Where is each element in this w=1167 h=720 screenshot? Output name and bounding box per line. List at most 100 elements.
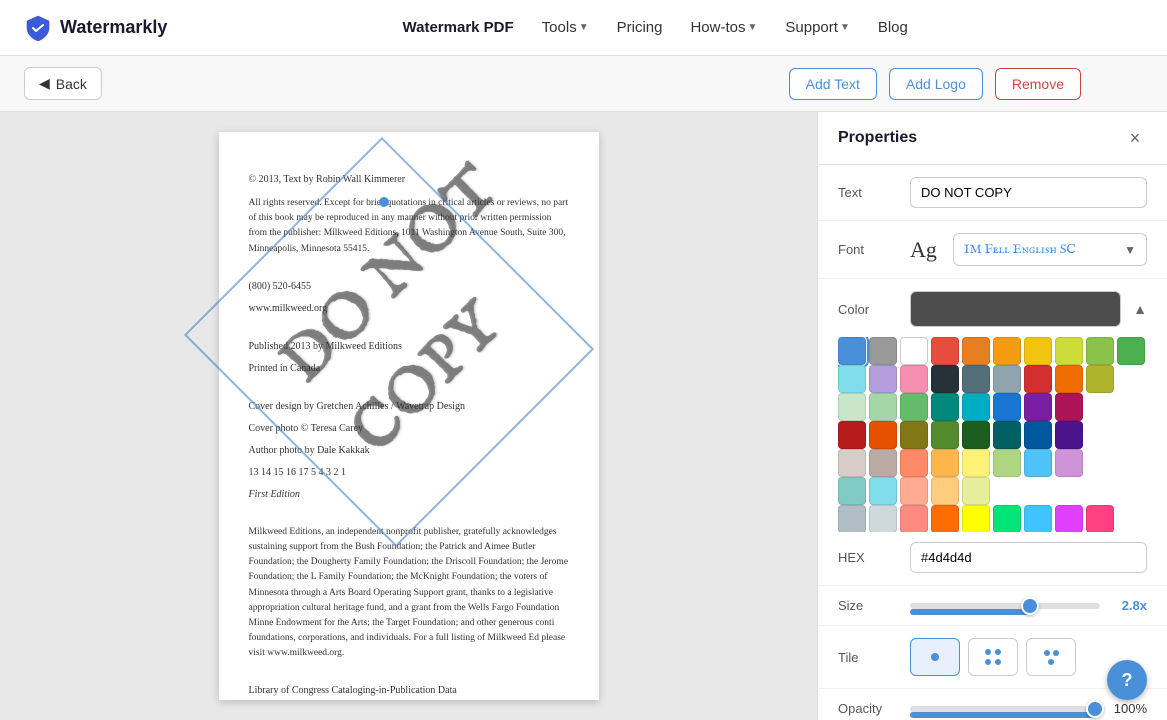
hex-label: HEX [838,550,898,565]
color-swatch-salmon[interactable] [900,449,928,477]
color-swatch-peach[interactable] [931,449,959,477]
logo-text: Watermarkly [60,17,167,38]
color-swatch-darkocean[interactable] [993,421,1021,449]
nav-howtos[interactable]: How-tos ▼ [678,13,769,42]
color-row: Color ▲ [838,291,1147,327]
color-swatch-darkforest[interactable] [931,421,959,449]
color-swatch-violet[interactable] [1055,505,1083,532]
color-swatch-bluegray[interactable] [993,365,1021,393]
nav-blog[interactable]: Blog [866,13,920,42]
tile-single[interactable] [910,638,960,676]
color-swatch-darkpurple[interactable] [1024,393,1052,421]
color-swatch-warmgray[interactable] [838,449,866,477]
add-logo-button[interactable]: Add Logo [889,68,983,100]
color-swatch-darkcyan[interactable] [962,393,990,421]
nav-watermark-pdf[interactable]: Watermark PDF [391,13,526,42]
color-swatch-deeporange[interactable] [869,421,897,449]
color-swatch-lightred[interactable] [900,505,928,532]
remove-button[interactable]: Remove [995,68,1081,100]
hex-row: HEX [838,542,1147,573]
color-swatch-mint[interactable] [838,393,866,421]
color-swatch-apricot[interactable] [900,477,928,505]
tile-stagger-dot-1 [1044,650,1050,656]
nav-support[interactable]: Support ▼ [773,13,861,42]
size-slider[interactable] [910,603,1100,609]
pdf-line-copyright: © 2013, Text by Robin Wall Kimmerer [249,172,569,188]
color-swatch-darkolive[interactable] [900,421,928,449]
color-swatch-red[interactable] [931,337,959,365]
size-slider-thumb[interactable] [1021,597,1039,615]
color-swatch-brightyellow[interactable] [962,505,990,532]
nav-tools[interactable]: Tools ▼ [530,13,601,42]
color-swatch-olive[interactable] [1086,365,1114,393]
shield-icon [24,14,52,42]
tile-grid-2x2[interactable] [968,638,1018,676]
color-swatch-chartreuse[interactable] [962,477,990,505]
nav-pricing[interactable]: Pricing [605,13,675,42]
color-swatch-pink-light[interactable] [900,365,928,393]
size-slider-track [910,603,1100,609]
color-swatch-darkred[interactable] [1024,365,1052,393]
color-chevron-icon[interactable]: ▲ [1133,301,1147,317]
color-swatch-gray[interactable] [869,337,897,365]
color-swatch-medblue[interactable] [993,393,1021,421]
color-swatch-lightcyan[interactable] [838,365,866,393]
font-selector[interactable]: IM Fell English SC ▼ [953,233,1147,266]
color-swatch-white[interactable] [900,337,928,365]
color-swatch-skyblue[interactable] [1024,505,1052,532]
color-swatch-lavender[interactable] [1055,449,1083,477]
font-row: Font Ag IM Fell English SC ▼ [818,221,1167,279]
text-label: Text [838,185,898,200]
color-swatch-green[interactable] [1117,337,1145,365]
color-swatch-navy[interactable] [1024,421,1052,449]
color-swatch-darkpink[interactable] [1055,393,1083,421]
color-swatch-large[interactable] [910,291,1121,327]
color-swatch-lightyellow[interactable] [962,449,990,477]
color-swatch-lightslate[interactable] [869,505,897,532]
pdf-viewer[interactable]: DO NOTCOPY © 2013, Text by Robin Wall Ki… [0,112,817,720]
color-swatch-coolgray[interactable] [838,505,866,532]
size-row: Size 2.8x [818,586,1167,626]
color-swatch-midgreen[interactable] [900,393,928,421]
close-button[interactable]: × [1123,126,1147,150]
color-swatch-tealmid[interactable] [838,477,866,505]
color-swatch-lightblue[interactable] [1024,449,1052,477]
color-swatch-buff[interactable] [931,477,959,505]
color-section: Color ▲ [818,279,1167,586]
tile-stagger[interactable] [1026,638,1076,676]
color-swatch-slate[interactable] [962,365,990,393]
color-swatch-indigo[interactable] [1055,421,1083,449]
opacity-slider[interactable] [910,706,1095,712]
hex-input[interactable] [910,542,1147,573]
text-input[interactable] [910,177,1147,208]
color-swatch-purple-light[interactable] [869,365,897,393]
color-swatch-amber[interactable] [993,337,1021,365]
back-button[interactable]: ◀ Back [24,67,102,100]
color-swatch-darkblue[interactable] [931,365,959,393]
color-swatch-brightorange[interactable] [931,505,959,532]
color-swatch-darkteal[interactable] [931,393,959,421]
color-swatch-hotpink[interactable] [1086,505,1114,532]
pdf-line-rights: All rights reserved. Except for brief qu… [249,196,569,257]
color-palette-row-1 [838,337,1147,365]
color-swatch-forestgreen[interactable] [962,421,990,449]
color-swatch-lightgreen[interactable] [1086,337,1114,365]
tile-dot-3 [985,659,991,665]
color-swatch-neongreen[interactable] [993,505,1021,532]
color-swatch-blue[interactable] [838,337,866,365]
color-swatch-cyanlight[interactable] [869,477,897,505]
color-swatch-warmgray2[interactable] [869,449,897,477]
howtos-chevron-icon: ▼ [747,22,757,33]
color-swatch-deepred[interactable] [838,421,866,449]
opacity-slider-thumb[interactable] [1086,700,1104,718]
color-swatch-lime[interactable] [1055,337,1083,365]
color-swatch-darkorange[interactable] [1055,365,1083,393]
help-button[interactable]: ? [1107,660,1147,700]
color-swatch-lightlime[interactable] [993,449,1021,477]
add-text-button[interactable]: Add Text [789,68,877,100]
color-swatch-lightmint[interactable] [869,393,897,421]
font-label: Font [838,242,898,257]
main-nav: Watermark PDF Tools ▼ Pricing How-tos ▼ … [391,13,920,42]
color-swatch-orange[interactable] [962,337,990,365]
color-swatch-yellow[interactable] [1024,337,1052,365]
